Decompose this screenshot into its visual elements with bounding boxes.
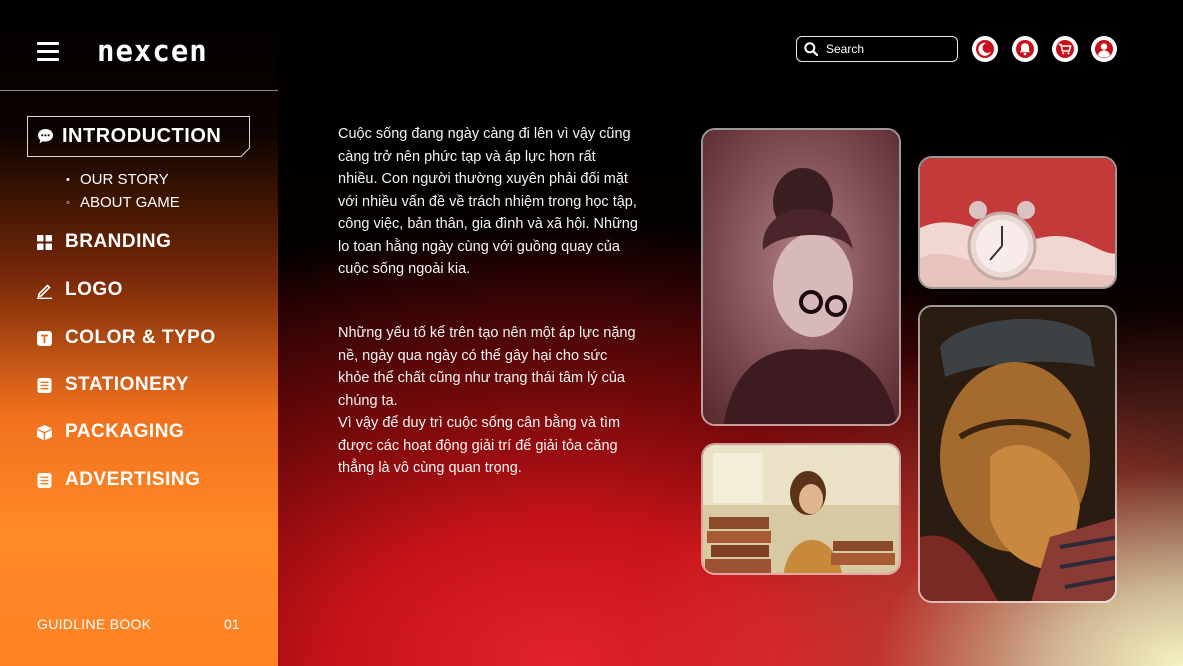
photo-woman-glasses bbox=[701, 128, 901, 426]
search-bar[interactable] bbox=[796, 36, 958, 62]
profile-button[interactable] bbox=[1091, 36, 1117, 62]
pressure-paragraph: Những yếu tố kể trên tạo nên một áp lực … bbox=[338, 325, 636, 409]
nav-item-branding[interactable]: BRANDING bbox=[36, 231, 171, 253]
subnav-item-our-story[interactable]: • OUR STORY bbox=[66, 168, 180, 191]
nav-item-color-typo[interactable]: COLOR & TYPO bbox=[36, 327, 216, 349]
subnav-item-about-game[interactable]: ◦ ABOUT GAME bbox=[66, 191, 180, 214]
cart-button[interactable] bbox=[1052, 36, 1078, 62]
sidebar-divider bbox=[0, 90, 278, 91]
nav-item-logo[interactable]: LOGO bbox=[36, 279, 123, 301]
nav-item-advertising[interactable]: ADVERTISING bbox=[36, 469, 200, 491]
document-icon bbox=[37, 377, 52, 393]
nav-item-label: INTRODUCTION bbox=[62, 125, 222, 147]
subnav-item-label: OUR STORY bbox=[80, 170, 169, 188]
bullet: • bbox=[66, 173, 70, 186]
notifications-button[interactable] bbox=[1012, 36, 1038, 62]
nav-item-stationery[interactable]: STATIONERY bbox=[36, 374, 189, 396]
balance-paragraph: Vì vậy để duy trì cuộc sống cân bằng và … bbox=[338, 415, 621, 476]
menu-icon[interactable] bbox=[37, 41, 59, 61]
photo-man-cap bbox=[918, 305, 1117, 603]
search-icon bbox=[804, 42, 818, 56]
nav-item-label: COLOR & TYPO bbox=[65, 327, 216, 348]
woman-glasses-image bbox=[703, 130, 899, 424]
subnav-item-label: ABOUT GAME bbox=[80, 193, 180, 211]
nav-item-packaging[interactable]: PACKAGING bbox=[36, 421, 184, 443]
photo-student-books bbox=[701, 443, 901, 575]
intro-paragraph: Cuộc sống đang ngày càng đi lên vì vậy c… bbox=[338, 126, 638, 277]
search-input[interactable] bbox=[826, 42, 946, 56]
nav-item-label: ADVERTISING bbox=[65, 469, 201, 490]
grid-icon bbox=[37, 234, 52, 250]
alarm-clock-image bbox=[920, 158, 1115, 287]
chat-bubble-icon bbox=[38, 129, 53, 144]
student-books-image bbox=[703, 445, 899, 573]
footer-book-title: GUIDLINE BOOK bbox=[37, 616, 152, 632]
nav-item-label: BRANDING bbox=[65, 231, 172, 252]
cart-icon bbox=[1056, 40, 1074, 58]
list-icon bbox=[37, 472, 52, 488]
nav-item-label: STATIONERY bbox=[65, 374, 189, 395]
user-icon bbox=[1095, 40, 1113, 58]
bullet: ◦ bbox=[66, 196, 70, 209]
brand-logo: nexcen bbox=[97, 34, 208, 68]
nav-item-introduction[interactable]: INTRODUCTION bbox=[27, 116, 250, 157]
photo-alarm-clock bbox=[918, 156, 1117, 289]
text-icon bbox=[37, 330, 52, 346]
page-number: 01 bbox=[224, 616, 240, 632]
nav-item-label: LOGO bbox=[65, 279, 123, 300]
moon-icon bbox=[976, 40, 994, 58]
nav-item-label: PACKAGING bbox=[65, 421, 185, 442]
bell-icon bbox=[1016, 40, 1034, 58]
box-icon bbox=[37, 424, 52, 440]
man-cap-image bbox=[920, 307, 1115, 601]
pen-icon bbox=[37, 283, 52, 299]
theme-toggle-button[interactable] bbox=[972, 36, 998, 62]
subnav: • OUR STORY ◦ ABOUT GAME bbox=[66, 168, 180, 214]
